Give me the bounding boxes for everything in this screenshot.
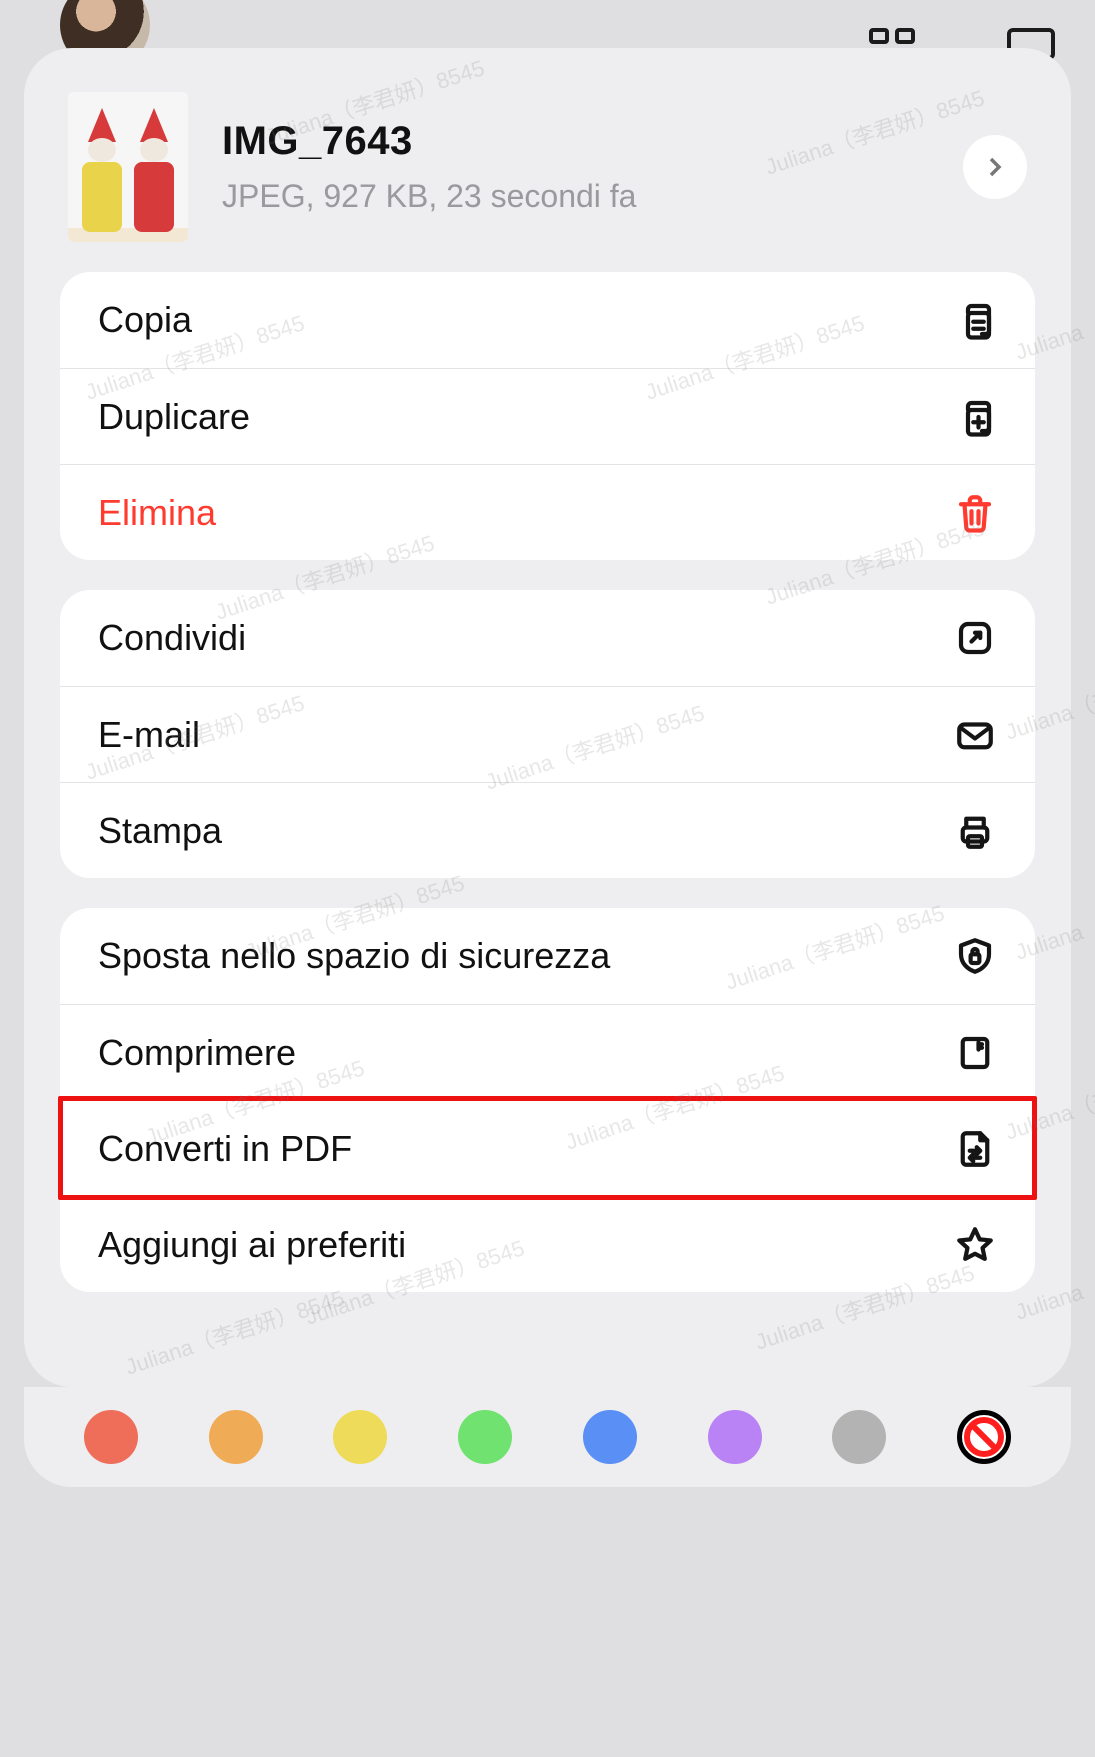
menu-row-print[interactable]: Stampa: [60, 782, 1035, 878]
menu-row-compress[interactable]: Comprimere: [60, 1004, 1035, 1100]
color-tag-yellow[interactable]: [333, 1410, 387, 1464]
file-thumbnail: [68, 92, 188, 242]
menu-row-move-secure[interactable]: Sposta nello spazio di sicurezza: [60, 908, 1035, 1004]
menu-group: Copia Duplicare Elimina: [60, 272, 1035, 560]
menu-row-label: Copia: [98, 299, 953, 341]
color-tag-row: [24, 1387, 1071, 1487]
menu-row-label: Comprimere: [98, 1032, 953, 1074]
copy-icon: [953, 298, 997, 342]
sheet-header: IMG_7643 JPEG, 927 KB, 23 secondi fa: [24, 48, 1071, 272]
color-tag-red[interactable]: [84, 1410, 138, 1464]
color-tag-purple[interactable]: [708, 1410, 762, 1464]
menu-row-email[interactable]: E-mail: [60, 686, 1035, 782]
menu-row-label: Condividi: [98, 617, 953, 659]
action-sheet: IMG_7643 JPEG, 927 KB, 23 secondi fa Cop…: [24, 48, 1071, 1387]
duplicate-icon: [953, 395, 997, 439]
no-tag-button[interactable]: [957, 1410, 1011, 1464]
convert-icon: [953, 1127, 997, 1171]
menu-group: Sposta nello spazio di sicurezza Comprime…: [60, 908, 1035, 1292]
file-meta: IMG_7643 JPEG, 927 KB, 23 secondi fa: [222, 119, 929, 215]
menu-row-copy[interactable]: Copia: [60, 272, 1035, 368]
menu-row-label: Stampa: [98, 810, 953, 852]
menu-row-label: E-mail: [98, 714, 953, 756]
star-icon: [953, 1223, 997, 1267]
file-title: IMG_7643: [222, 119, 929, 164]
menu-row-label: Aggiungi ai preferiti: [98, 1224, 953, 1266]
chevron-right-icon: [983, 155, 1007, 179]
shield-lock-icon: [953, 934, 997, 978]
color-tag-orange[interactable]: [209, 1410, 263, 1464]
color-tag-green[interactable]: [458, 1410, 512, 1464]
color-tag-gray[interactable]: [832, 1410, 886, 1464]
archive-icon: [953, 1031, 997, 1075]
color-tag-blue[interactable]: [583, 1410, 637, 1464]
file-subtitle: JPEG, 927 KB, 23 secondi fa: [222, 178, 929, 215]
menu-row-share[interactable]: Condividi: [60, 590, 1035, 686]
menu-row-label: Sposta nello spazio di sicurezza: [98, 935, 953, 977]
printer-icon: [953, 809, 997, 853]
mail-icon: [953, 713, 997, 757]
menu-row-favorite[interactable]: Aggiungi ai preferiti: [60, 1196, 1035, 1292]
trash-icon: [953, 491, 997, 535]
share-icon: [953, 616, 997, 660]
file-details-button[interactable]: [963, 135, 1027, 199]
menu-row-duplicate[interactable]: Duplicare: [60, 368, 1035, 464]
menu-row-label: Duplicare: [98, 396, 953, 438]
menu-row-label: Converti in PDF: [98, 1128, 953, 1170]
menu-group: Condividi E-mail Stampa: [60, 590, 1035, 878]
menu-row-delete[interactable]: Elimina: [60, 464, 1035, 560]
menu-row-label: Elimina: [98, 492, 953, 534]
menu-row-convert-pdf[interactable]: Converti in PDF: [60, 1100, 1035, 1196]
